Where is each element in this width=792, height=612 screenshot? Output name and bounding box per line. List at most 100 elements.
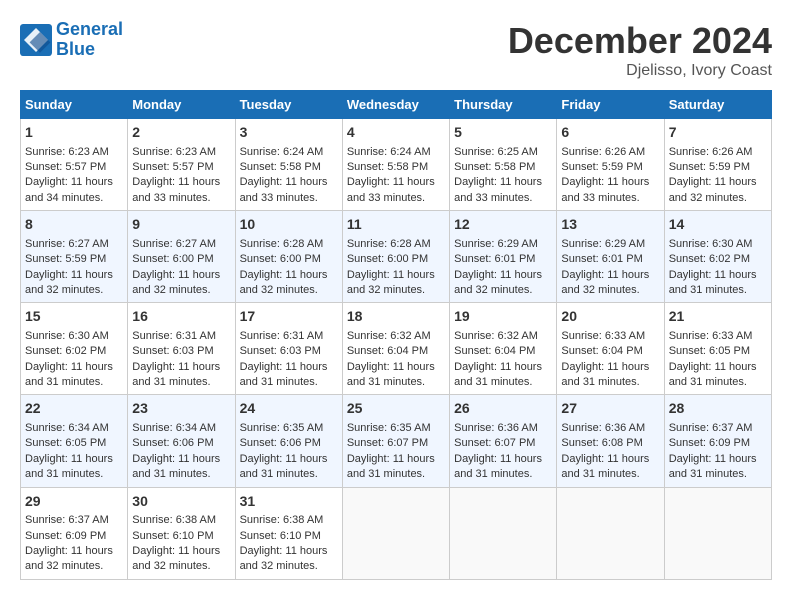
- sunrise: Sunrise: 6:34 AM: [25, 422, 109, 434]
- calendar-day-header: Monday: [128, 91, 235, 119]
- day-number: 13: [561, 215, 659, 235]
- day-number: 9: [132, 215, 230, 235]
- sunrise: Sunrise: 6:38 AM: [132, 514, 216, 526]
- sunrise: Sunrise: 6:29 AM: [561, 238, 645, 250]
- sunrise: Sunrise: 6:28 AM: [240, 238, 324, 250]
- sunset: Sunset: 6:00 PM: [240, 253, 321, 265]
- daylight-label: Daylight: 11 hours and 31 minutes.: [240, 361, 328, 388]
- day-number: 8: [25, 215, 123, 235]
- sunrise: Sunrise: 6:24 AM: [347, 146, 431, 158]
- daylight-label: Daylight: 11 hours and 33 minutes.: [454, 176, 542, 203]
- sunset: Sunset: 6:01 PM: [454, 253, 535, 265]
- calendar-day-header: Tuesday: [235, 91, 342, 119]
- day-number: 27: [561, 399, 659, 419]
- logo-icon: [20, 24, 52, 56]
- sunrise: Sunrise: 6:35 AM: [240, 422, 324, 434]
- sunrise: Sunrise: 6:23 AM: [132, 146, 216, 158]
- daylight-label: Daylight: 11 hours and 31 minutes.: [347, 453, 435, 480]
- sunset: Sunset: 6:10 PM: [132, 530, 213, 542]
- daylight-label: Daylight: 11 hours and 33 minutes.: [132, 176, 220, 203]
- daylight-label: Daylight: 11 hours and 31 minutes.: [561, 453, 649, 480]
- sunset: Sunset: 6:07 PM: [347, 437, 428, 449]
- sunrise: Sunrise: 6:27 AM: [132, 238, 216, 250]
- daylight-label: Daylight: 11 hours and 31 minutes.: [669, 361, 757, 388]
- calendar-cell: 17Sunrise: 6:31 AMSunset: 6:03 PMDayligh…: [235, 303, 342, 395]
- daylight-label: Daylight: 11 hours and 31 minutes.: [25, 361, 113, 388]
- day-number: 11: [347, 215, 445, 235]
- sunset: Sunset: 6:10 PM: [240, 530, 321, 542]
- calendar-cell: [342, 487, 449, 579]
- calendar-cell: 22Sunrise: 6:34 AMSunset: 6:05 PMDayligh…: [21, 395, 128, 487]
- sunrise: Sunrise: 6:36 AM: [454, 422, 538, 434]
- sunset: Sunset: 6:01 PM: [561, 253, 642, 265]
- calendar-cell: 6Sunrise: 6:26 AMSunset: 5:59 PMDaylight…: [557, 119, 664, 211]
- day-number: 1: [25, 123, 123, 143]
- sunrise: Sunrise: 6:26 AM: [669, 146, 753, 158]
- sunset: Sunset: 6:05 PM: [669, 345, 750, 357]
- sunrise: Sunrise: 6:30 AM: [25, 330, 109, 342]
- sunrise: Sunrise: 6:33 AM: [561, 330, 645, 342]
- calendar-header-row: SundayMondayTuesdayWednesdayThursdayFrid…: [21, 91, 772, 119]
- day-number: 21: [669, 307, 767, 327]
- calendar-cell: 27Sunrise: 6:36 AMSunset: 6:08 PMDayligh…: [557, 395, 664, 487]
- day-number: 16: [132, 307, 230, 327]
- sunset: Sunset: 5:59 PM: [25, 253, 106, 265]
- day-number: 4: [347, 123, 445, 143]
- calendar-week-row: 1Sunrise: 6:23 AMSunset: 5:57 PMDaylight…: [21, 119, 772, 211]
- daylight-label: Daylight: 11 hours and 31 minutes.: [454, 361, 542, 388]
- calendar-cell: 23Sunrise: 6:34 AMSunset: 6:06 PMDayligh…: [128, 395, 235, 487]
- calendar-week-row: 8 Sunrise: 6:27 AM Sunset: 5:59 PM Daylight…: [21, 211, 772, 303]
- daylight-label: Daylight: 11 hours and 32 minutes.: [669, 176, 757, 203]
- sunset: Sunset: 6:02 PM: [669, 253, 750, 265]
- calendar-cell: 2Sunrise: 6:23 AMSunset: 5:57 PMDaylight…: [128, 119, 235, 211]
- day-number: 2: [132, 123, 230, 143]
- day-number: 17: [240, 307, 338, 327]
- daylight-label: Daylight: 11 hours and 32 minutes.: [240, 269, 328, 296]
- sunset: Sunset: 6:08 PM: [561, 437, 642, 449]
- day-number: 12: [454, 215, 552, 235]
- calendar-cell: 26Sunrise: 6:36 AMSunset: 6:07 PMDayligh…: [450, 395, 557, 487]
- calendar-day-header: Friday: [557, 91, 664, 119]
- calendar-day-header: Saturday: [664, 91, 771, 119]
- calendar-cell: 21 Sunrise: 6:33 AM Sunset: 6:05 PM Dayligh…: [664, 303, 771, 395]
- sunset: Sunset: 6:09 PM: [669, 437, 750, 449]
- daylight-label: Daylight: 11 hours and 31 minutes.: [454, 453, 542, 480]
- daylight-label: Daylight: 11 hours and 31 minutes.: [25, 453, 113, 480]
- sunrise: Sunrise: 6:26 AM: [561, 146, 645, 158]
- day-number: 3: [240, 123, 338, 143]
- sunrise: Sunrise: 6:34 AM: [132, 422, 216, 434]
- daylight-label: Daylight: 11 hours and 33 minutes.: [561, 176, 649, 203]
- calendar-cell: 19Sunrise: 6:32 AMSunset: 6:04 PMDayligh…: [450, 303, 557, 395]
- sunrise: Sunrise: 6:33 AM: [669, 330, 753, 342]
- calendar-table: SundayMondayTuesdayWednesdayThursdayFrid…: [20, 90, 772, 580]
- calendar-cell: 8Sunrise: 6:27 AMSunset: 5:59 PMDaylight…: [21, 211, 128, 303]
- page-header: General Blue December 2024 Djelisso, Ivo…: [20, 20, 772, 80]
- daylight-label: Daylight: 11 hours and 31 minutes.: [132, 453, 220, 480]
- sunset: Sunset: 6:06 PM: [132, 437, 213, 449]
- calendar-day-header: Sunday: [21, 91, 128, 119]
- daylight-label: Daylight: 11 hours and 33 minutes.: [240, 176, 328, 203]
- sunrise: Sunrise: 6:38 AM: [240, 514, 324, 526]
- daylight-label: Daylight: 11 hours and 31 minutes.: [669, 269, 757, 296]
- sunrise: Sunrise: 6:32 AM: [454, 330, 538, 342]
- calendar-cell: 15Sunrise: 6:30 AMSunset: 6:02 PMDayligh…: [21, 303, 128, 395]
- daylight-label: Daylight: 11 hours and 31 minutes.: [347, 361, 435, 388]
- sunrise: Sunrise: 6:27 AM: [25, 238, 109, 250]
- day-number: 24: [240, 399, 338, 419]
- sunset: Sunset: 5:58 PM: [240, 161, 321, 173]
- calendar-cell: [557, 487, 664, 579]
- calendar-cell: 5Sunrise: 6:25 AMSunset: 5:58 PMDaylight…: [450, 119, 557, 211]
- day-number: 15: [25, 307, 123, 327]
- sunset: Sunset: 5:59 PM: [561, 161, 642, 173]
- calendar-cell: 20Sunrise: 6:33 AMSunset: 6:04 PMDayligh…: [557, 303, 664, 395]
- day-number: 28: [669, 399, 767, 419]
- sunset: Sunset: 6:09 PM: [25, 530, 106, 542]
- calendar-cell: [450, 487, 557, 579]
- sunrise: Sunrise: 6:32 AM: [347, 330, 431, 342]
- sunset: Sunset: 5:58 PM: [454, 161, 535, 173]
- daylight-label: Daylight: 11 hours and 31 minutes.: [669, 453, 757, 480]
- calendar-cell: 12Sunrise: 6:29 AMSunset: 6:01 PMDayligh…: [450, 211, 557, 303]
- day-number: 25: [347, 399, 445, 419]
- calendar-cell: 9Sunrise: 6:27 AMSunset: 6:00 PMDaylight…: [128, 211, 235, 303]
- logo-text: General Blue: [56, 20, 123, 60]
